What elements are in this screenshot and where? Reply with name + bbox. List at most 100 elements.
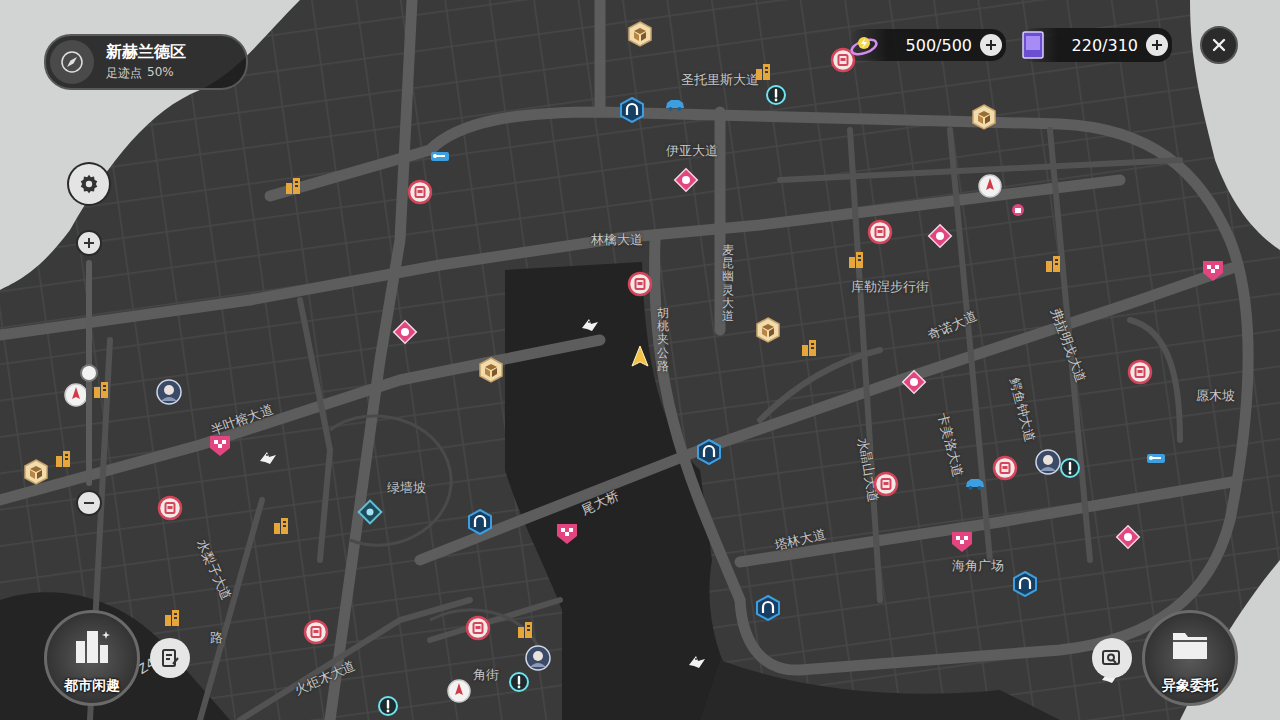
street-label: 伊亚大道	[666, 142, 718, 160]
map-pin[interactable]	[407, 179, 433, 205]
map-pin[interactable]	[750, 59, 776, 85]
bangboo-icon	[1115, 524, 1141, 550]
add-resource-button[interactable]	[1146, 34, 1168, 56]
map-pin[interactable]	[977, 173, 1003, 199]
map-pin[interactable]	[796, 335, 822, 361]
map-pin[interactable]	[627, 344, 653, 370]
footprint: 足迹点50%	[106, 65, 186, 82]
map-pin[interactable]	[1035, 449, 1061, 475]
map-pin[interactable]	[207, 432, 233, 458]
map-pin[interactable]	[627, 21, 653, 47]
zoom-control	[78, 232, 100, 514]
map-pin[interactable]	[1012, 571, 1038, 597]
zoom-thumb[interactable]	[80, 364, 98, 382]
street-label: 林檎大道	[591, 231, 643, 249]
shop-icon	[873, 471, 899, 497]
photo-search-button[interactable]	[1092, 638, 1132, 678]
map-pin[interactable]	[392, 319, 418, 345]
compass-badge[interactable]	[50, 40, 94, 84]
map-pin[interactable]	[1115, 524, 1141, 550]
map-pin[interactable]	[962, 470, 988, 496]
map-pin[interactable]	[280, 173, 306, 199]
map-pin[interactable]	[755, 317, 781, 343]
map-pin[interactable]	[927, 223, 953, 249]
add-resource-button[interactable]	[980, 34, 1002, 56]
battery-charge-icon	[848, 31, 880, 59]
map-pin[interactable]	[375, 693, 401, 719]
map-pin[interactable]	[843, 247, 869, 273]
map-pin[interactable]	[156, 379, 182, 405]
map-pin[interactable]	[268, 513, 294, 539]
street-label: 麦昆幽灵大道	[722, 244, 734, 323]
map-pin[interactable]	[506, 669, 532, 695]
map-pin[interactable]	[554, 520, 580, 546]
map-pin[interactable]	[662, 91, 688, 117]
map-pin[interactable]	[357, 499, 383, 525]
footprint-label: 足迹点	[106, 65, 142, 82]
map-pin[interactable]	[577, 312, 603, 338]
map-pin[interactable]	[467, 509, 493, 535]
checker-flag-icon	[1200, 257, 1226, 283]
map-pin[interactable]	[619, 97, 645, 123]
street-label: 路	[210, 629, 223, 647]
city-leisure-label: 都市闲趣	[64, 677, 120, 695]
map-pin[interactable]	[512, 617, 538, 643]
map-pin[interactable]	[755, 595, 781, 621]
zoom-out-button[interactable]	[78, 492, 100, 514]
street-label: 胡桃夹公路	[657, 307, 669, 373]
map-pin[interactable]	[1200, 257, 1226, 283]
map-pin[interactable]	[684, 649, 710, 675]
map-pin[interactable]	[446, 678, 472, 704]
map-pin[interactable]	[465, 615, 491, 641]
map-pin[interactable]	[1057, 455, 1083, 481]
map-pin[interactable]	[23, 459, 49, 485]
gate-icon	[755, 595, 781, 621]
map-pin[interactable]	[159, 605, 185, 631]
resource-pill: 220/310	[1020, 28, 1172, 62]
map-pin[interactable]	[1005, 197, 1031, 223]
building-icon	[268, 513, 294, 539]
map-pin[interactable]	[763, 82, 789, 108]
map-pin[interactable]	[971, 104, 997, 130]
map-pin[interactable]	[157, 495, 183, 521]
zoom-in-button[interactable]	[78, 232, 100, 254]
map-pin[interactable]	[255, 445, 281, 471]
close-icon	[1211, 37, 1227, 53]
gate-icon	[619, 97, 645, 123]
map-pin[interactable]	[673, 167, 699, 193]
building-icon	[1040, 251, 1066, 277]
map-pin[interactable]	[478, 357, 504, 383]
map-pin[interactable]	[901, 369, 927, 395]
map-pin[interactable]	[627, 271, 653, 297]
map-pin[interactable]	[867, 219, 893, 245]
anomaly-commission-button[interactable]: 异象委托	[1142, 610, 1238, 706]
map-pin[interactable]	[303, 619, 329, 645]
building-icon	[512, 617, 538, 643]
close-button[interactable]	[1200, 26, 1238, 64]
map-pin[interactable]	[1040, 251, 1066, 277]
park-paths	[330, 416, 540, 650]
gift-icon	[1005, 197, 1031, 223]
city-leisure-button[interactable]: 都市闲趣	[44, 610, 140, 706]
map-pin[interactable]	[1127, 359, 1153, 385]
agent-avatar-icon	[156, 379, 182, 405]
settings-button[interactable]	[69, 164, 109, 204]
map-pin[interactable]	[992, 455, 1018, 481]
map-pin[interactable]	[696, 439, 722, 465]
building-icon	[280, 173, 306, 199]
left-controls	[44, 90, 134, 610]
notes-button[interactable]	[150, 638, 190, 678]
crate-icon	[627, 21, 653, 47]
map-screen: 圣托里斯大道伊亚大道林檎大道麦昆幽灵大道胡桃夹公路库勒涅步行街奇诺大道弗拉明戈大…	[0, 0, 1280, 720]
checker-flag-icon	[949, 528, 975, 554]
map-pin[interactable]	[873, 471, 899, 497]
map-pin[interactable]	[949, 528, 975, 554]
checker-flag-icon	[554, 520, 580, 546]
map-pin[interactable]	[427, 143, 453, 169]
zoom-slider[interactable]	[86, 260, 92, 486]
shop-icon	[867, 219, 893, 245]
map-pin[interactable]	[525, 645, 551, 671]
map-pin[interactable]	[50, 446, 76, 472]
map-pin[interactable]	[1143, 445, 1169, 471]
street-label: 绿墙坡	[387, 479, 426, 497]
